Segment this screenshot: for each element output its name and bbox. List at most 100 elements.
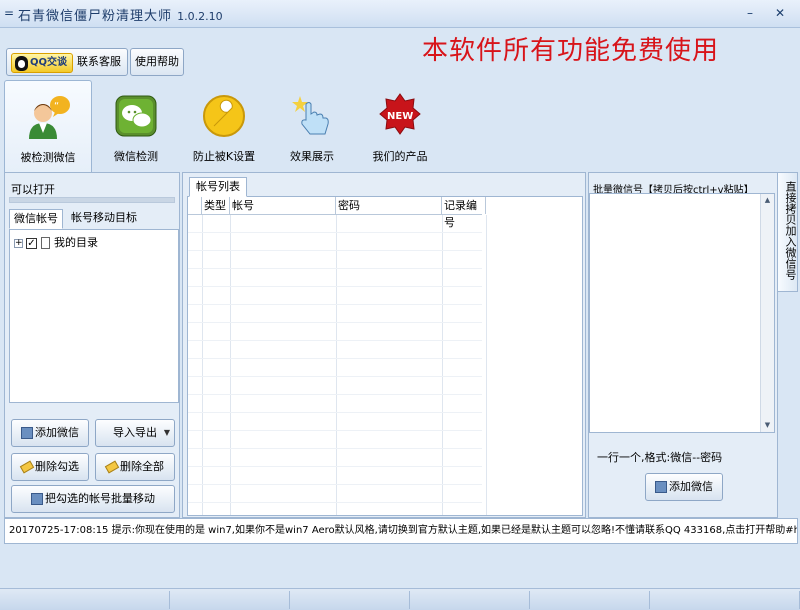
grid-row-line: [188, 430, 482, 431]
status-segment: [410, 591, 530, 609]
qq-penguin-icon: [15, 56, 28, 71]
delete-checked-button[interactable]: 删除勾选: [11, 453, 89, 481]
main-toolbar: “ 被检测微信 微信检测 防止被K设置 效果展示 NEW 我们的产品: [0, 80, 800, 172]
row-indicator-column: [188, 197, 202, 214]
eraser-icon: [19, 460, 35, 474]
vertical-scrollbar[interactable]: ▲ ▼: [760, 194, 774, 432]
expand-icon[interactable]: +: [14, 238, 23, 248]
right-add-wechat-label: 添加微信: [669, 480, 713, 493]
close-button[interactable]: ✕: [772, 5, 788, 21]
grid-divider: [442, 215, 443, 515]
grid-row-line: [188, 502, 482, 503]
right-add-wechat-button[interactable]: 添加微信: [645, 473, 723, 501]
column-type[interactable]: 类型: [202, 197, 230, 214]
grid-row-line: [188, 232, 482, 233]
document-icon: [41, 237, 50, 249]
dropdown-arrow-icon: ▼: [163, 428, 170, 437]
tab-wechat-accounts[interactable]: 微信帐号: [9, 209, 63, 229]
left-panel-title: 可以打开: [11, 183, 55, 196]
tab-our-products-label: 我们的产品: [372, 150, 428, 163]
window-title: 石青微信僵尸粉清理大师 1.0.2.10: [18, 5, 223, 24]
title-bar: = 石青微信僵尸粉清理大师 1.0.2.10 – ✕: [0, 0, 800, 28]
tab-monitored-wechat-label: 被检测微信: [20, 151, 76, 164]
system-menu-icon[interactable]: =: [4, 6, 14, 20]
contact-service-button[interactable]: QQ交谈 联系客服: [6, 48, 128, 76]
account-list-panel: 帐号列表 类型 帐号 密码 记录编号: [182, 172, 586, 518]
delete-all-button[interactable]: 删除全部: [95, 453, 175, 481]
grid-row-line: [188, 322, 482, 323]
batch-wechat-textarea[interactable]: ▲ ▼: [589, 193, 775, 433]
hand-pointer-icon: [292, 96, 329, 135]
batch-move-label: 把勾选的帐号批量移动: [45, 492, 155, 505]
grid-row-line: [188, 304, 482, 305]
free-slogan: 本软件所有功能免费使用: [422, 36, 720, 66]
account-grid[interactable]: 类型 帐号 密码 记录编号: [187, 196, 583, 516]
tab-account-list[interactable]: 帐号列表: [189, 177, 247, 197]
grid-divider: [202, 215, 203, 515]
scroll-up-icon[interactable]: ▲: [763, 196, 772, 205]
status-segment: [530, 591, 650, 609]
column-record-id[interactable]: 记录编号: [442, 197, 486, 229]
qq-chat-badge[interactable]: QQ交谈: [11, 53, 73, 73]
svg-text:“: “: [54, 101, 59, 112]
tab-wechat-check-label: 微信检测: [114, 150, 158, 163]
grid-body: [188, 215, 487, 515]
minimize-button[interactable]: –: [742, 5, 758, 21]
grid-row-line: [188, 376, 482, 377]
status-segment: [170, 591, 290, 609]
tree-item-my-directory[interactable]: + ✓ 我的目录: [14, 234, 98, 249]
contact-service-label: 联系客服: [77, 55, 121, 68]
tab-effect-showcase-label: 效果展示: [290, 150, 334, 163]
grid-row-line: [188, 394, 482, 395]
tab-account-move-target[interactable]: 帐号移动目标: [67, 209, 141, 229]
grid-row-line: [188, 484, 482, 485]
move-icon: [31, 493, 43, 505]
batch-input-panel: 批量微信号【拷贝后按ctrl+v粘贴】 ▲ ▼ 一行一个,格式:微信--密码 添…: [588, 172, 778, 518]
side-tab-paste-wechat[interactable]: 直接拷贝加入微信号: [778, 172, 798, 292]
grid-row-line: [188, 448, 482, 449]
new-badge-icon: NEW: [379, 93, 421, 135]
delete-checked-label: 删除勾选: [35, 460, 79, 473]
wechat-icon: [115, 95, 157, 137]
column-password[interactable]: 密码: [336, 197, 442, 214]
tab-anti-kick-settings[interactable]: 防止被K设置: [180, 80, 268, 172]
side-tab-label: 直接拷贝加入微信号: [784, 181, 797, 280]
status-segment: [650, 591, 800, 609]
grid-divider: [336, 215, 337, 515]
tab-monitored-wechat[interactable]: “ 被检测微信: [4, 80, 92, 172]
grid-header: 类型 帐号 密码 记录编号: [188, 197, 486, 229]
grid-row-line: [188, 340, 482, 341]
tab-anti-kick-settings-label: 防止被K设置: [192, 150, 256, 163]
grid-divider: [486, 215, 487, 515]
status-bar: [0, 588, 800, 610]
grid-row-line: [188, 250, 482, 251]
tree-item-label: 我的目录: [54, 236, 98, 249]
tree-checkbox[interactable]: ✓: [26, 237, 37, 249]
progress-bar: [9, 197, 175, 203]
batch-move-button[interactable]: 把勾选的帐号批量移动: [11, 485, 175, 513]
delete-all-label: 删除全部: [120, 460, 164, 473]
help-button[interactable]: 使用帮助: [130, 48, 184, 76]
grid-row-line: [188, 358, 482, 359]
person-chat-icon: “: [29, 96, 70, 139]
grid-divider: [230, 215, 231, 515]
import-export-button[interactable]: 导入导出 ▼: [95, 419, 175, 447]
window-title-text: 石青微信僵尸粉清理大师: [18, 9, 173, 24]
column-account[interactable]: 帐号: [230, 197, 336, 214]
app-version: 1.0.2.10: [177, 10, 223, 23]
add-icon: [655, 481, 667, 493]
wrench-icon: [203, 95, 245, 137]
scroll-down-icon[interactable]: ▼: [763, 421, 772, 430]
status-segment: [0, 591, 170, 609]
grid-row-line: [188, 466, 482, 467]
directory-tree[interactable]: + ✓ 我的目录: [9, 229, 179, 403]
left-panel: 可以打开 微信帐号 帐号移动目标 + ✓ 我的目录 添加微信 导入导出 ▼ 删除勾选 …: [4, 172, 180, 518]
svg-text:NEW: NEW: [387, 111, 413, 122]
tab-effect-showcase[interactable]: 效果展示: [268, 80, 356, 172]
eraser-icon: [104, 460, 120, 474]
tab-our-products[interactable]: NEW 我们的产品: [356, 80, 444, 172]
tab-wechat-check[interactable]: 微信检测: [92, 80, 180, 172]
status-message: 20170725-17:08:15 提示:你现在使用的是 win7,如果你不是w…: [4, 518, 798, 544]
add-wechat-button[interactable]: 添加微信: [11, 419, 89, 447]
add-wechat-label: 添加微信: [35, 426, 79, 439]
